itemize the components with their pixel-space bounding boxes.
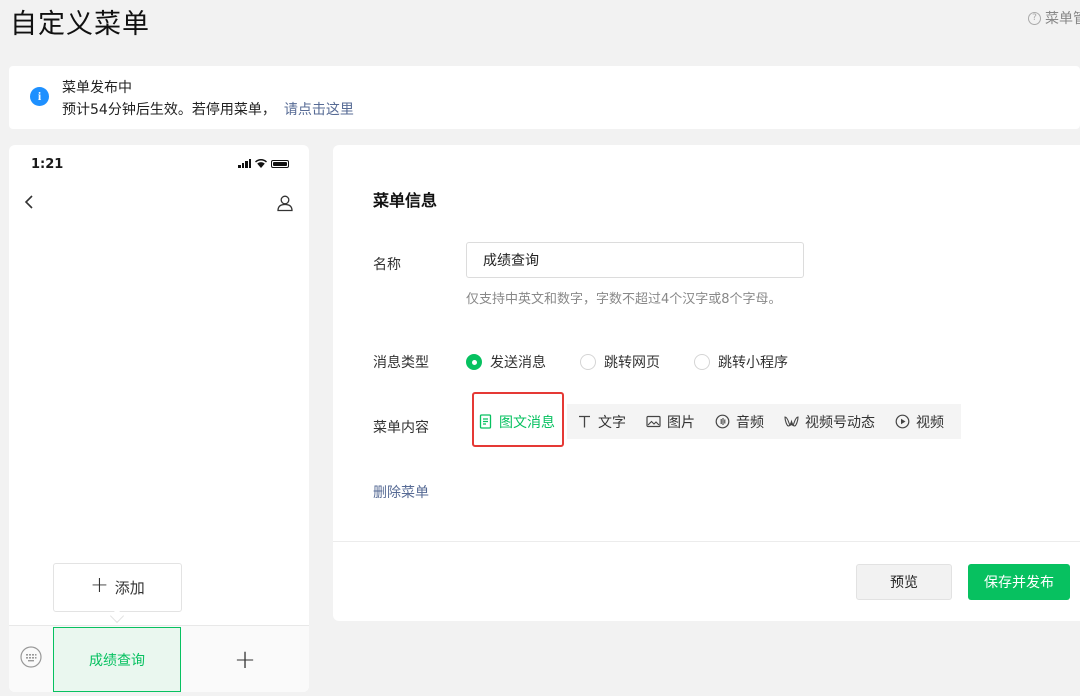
- tab-video[interactable]: 视频: [885, 404, 954, 439]
- back-icon[interactable]: [21, 193, 39, 211]
- status-time: 1:21: [31, 157, 64, 172]
- wifi-icon: [255, 159, 267, 168]
- tab-label: 视频: [916, 414, 944, 431]
- tab-text[interactable]: 文字: [567, 404, 636, 439]
- menu-name-input[interactable]: [466, 242, 804, 278]
- signal-icon: [238, 159, 251, 168]
- radio-open-webpage[interactable]: 跳转网页: [580, 352, 660, 372]
- tab-label: 图片: [667, 414, 695, 431]
- channels-icon: [784, 416, 799, 427]
- content-type-tabs: 图文消息 文字 图片 音频 视频号动态 视频: [466, 404, 961, 439]
- add-menu-button[interactable]: +: [195, 627, 295, 692]
- tab-article[interactable]: 图文消息: [466, 404, 567, 439]
- menu-item-score-query[interactable]: 成绩查询: [53, 627, 181, 692]
- radio-send-message[interactable]: 发送消息: [466, 352, 546, 372]
- audio-icon: [715, 414, 730, 429]
- notice-title: 菜单发布中: [62, 80, 132, 96]
- message-type-label: 消息类型: [373, 355, 429, 371]
- info-icon: i: [30, 87, 49, 106]
- help-link[interactable]: ? 菜单管理: [1028, 8, 1080, 28]
- tab-label: 音频: [736, 414, 764, 431]
- status-icons: [238, 159, 289, 168]
- plus-icon: +: [90, 573, 109, 598]
- battery-icon: [271, 160, 289, 168]
- delete-menu-link[interactable]: 删除菜单: [373, 482, 429, 502]
- tab-audio[interactable]: 音频: [705, 404, 774, 439]
- section-title: 菜单信息: [373, 191, 438, 210]
- menu-bar: 成绩查询 +: [9, 625, 309, 692]
- save-publish-button[interactable]: 保存并发布: [968, 564, 1070, 600]
- text-icon: [579, 415, 590, 428]
- video-icon: [895, 414, 910, 429]
- radio-open-miniprogram[interactable]: 跳转小程序: [694, 352, 788, 372]
- phone-preview: 1:21 + 添加 成绩查询 +: [9, 145, 309, 692]
- keyboard-icon[interactable]: [20, 646, 42, 668]
- page-title: 自定义菜单: [10, 9, 150, 40]
- add-submenu-label: 添加: [114, 579, 145, 597]
- user-icon[interactable]: [275, 193, 295, 213]
- radio-label: 跳转小程序: [718, 355, 788, 371]
- tab-image[interactable]: 图片: [636, 404, 705, 439]
- article-icon: [479, 414, 492, 429]
- notice-disable-link[interactable]: 请点击这里: [284, 102, 354, 118]
- help-icon: ?: [1028, 11, 1041, 25]
- menu-content-label: 菜单内容: [373, 420, 429, 436]
- notice-text: 预计54分钟后生效。若停用菜单，: [62, 102, 276, 118]
- radio-unchecked-icon: [694, 354, 710, 370]
- radio-unchecked-icon: [580, 354, 596, 370]
- tab-label: 图文消息: [499, 414, 555, 431]
- add-submenu-button[interactable]: + 添加: [53, 563, 182, 612]
- radio-checked-icon: [466, 354, 482, 370]
- tab-label: 文字: [598, 414, 626, 431]
- help-link-label: 菜单管理: [1045, 11, 1080, 27]
- radio-label: 跳转网页: [604, 355, 660, 371]
- name-label: 名称: [373, 257, 401, 273]
- name-hint: 仅支持中英文和数字，字数不超过4个汉字或8个字母。: [466, 292, 782, 307]
- divider: [333, 541, 1080, 542]
- publish-notice: i 菜单发布中 预计54分钟后生效。若停用菜单， 请点击这里: [9, 66, 1080, 129]
- image-icon: [646, 415, 661, 428]
- preview-button[interactable]: 预览: [856, 564, 952, 600]
- menu-editor-panel: 菜单信息 名称 仅支持中英文和数字，字数不超过4个汉字或8个字母。 消息类型 发…: [333, 145, 1080, 621]
- tab-label: 视频号动态: [805, 414, 875, 431]
- radio-label: 发送消息: [490, 355, 546, 371]
- message-type-radio-group: 发送消息 跳转网页 跳转小程序: [466, 352, 788, 372]
- tab-channels-post[interactable]: 视频号动态: [774, 404, 885, 439]
- notice-body: 预计54分钟后生效。若停用菜单， 请点击这里: [62, 99, 354, 119]
